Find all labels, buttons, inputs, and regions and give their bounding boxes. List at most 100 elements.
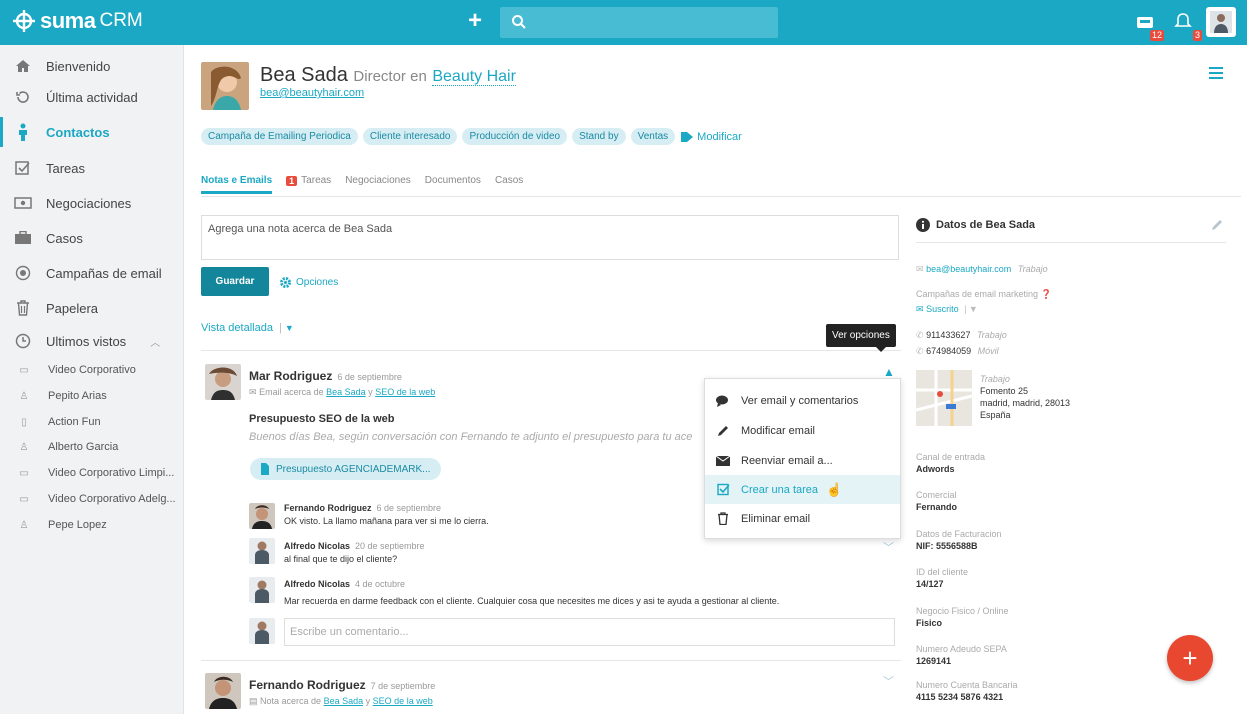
sidebar-item-tareas[interactable]: Tareas bbox=[0, 153, 184, 183]
field-label: ID del cliente bbox=[916, 567, 969, 577]
tag[interactable]: Cliente interesado bbox=[362, 128, 458, 145]
tag[interactable]: Stand by bbox=[572, 128, 626, 145]
comment-author-name[interactable]: Alfredo Nicolas bbox=[284, 541, 350, 551]
chevron-down-icon[interactable]: ﹀ bbox=[883, 539, 894, 555]
entry-type-label: Nota acerca de bbox=[260, 696, 322, 706]
options-button[interactable]: Opciones bbox=[279, 276, 338, 289]
recent-item[interactable]: ▭ Video Corporativo bbox=[0, 360, 184, 380]
contact-company-link[interactable]: Beauty Hair bbox=[432, 68, 516, 86]
menu-item-create-task[interactable]: Crear una tarea ☝ bbox=[705, 475, 900, 504]
comment-date: 6 de septiembre bbox=[376, 503, 442, 513]
comment-author-name[interactable]: Alfredo Nicolas bbox=[284, 579, 350, 589]
search-input[interactable] bbox=[500, 7, 778, 38]
sidebar-item-papelera[interactable]: Papelera bbox=[0, 293, 184, 323]
divider bbox=[201, 660, 901, 661]
menu-item-forward-email[interactable]: Reenviar email a... bbox=[705, 446, 900, 475]
view-selector[interactable]: Vista detallada | ▼ bbox=[201, 322, 294, 334]
recent-item-label: Pepito Arias bbox=[48, 390, 107, 402]
sidebar-item-label: Papelera bbox=[46, 300, 99, 316]
user-avatar-icon bbox=[1210, 11, 1232, 33]
menu-item-label: Modificar email bbox=[741, 424, 815, 437]
contact-email-link[interactable]: bea@beautyhair.com bbox=[260, 87, 364, 99]
note-input[interactable]: Agrega una nota acerca de Bea Sada bbox=[201, 215, 899, 260]
pencil-icon[interactable] bbox=[1211, 218, 1223, 236]
contact-name: Bea Sada bbox=[260, 64, 348, 86]
main-content: Bea Sada Director en Beauty Hair bea@bea… bbox=[184, 45, 1247, 714]
modify-tags-button[interactable]: Modificar bbox=[680, 131, 742, 143]
sidebar-item-casos[interactable]: Casos bbox=[0, 223, 184, 253]
tab-tareas[interactable]: 1 Tareas bbox=[286, 175, 331, 186]
hand-cursor-icon: ☝ bbox=[826, 481, 843, 497]
add-button[interactable]: + bbox=[461, 8, 489, 36]
recent-item-label: Alberto Garcia bbox=[48, 441, 119, 453]
menu-item-edit-email[interactable]: Modificar email bbox=[705, 416, 900, 445]
recent-item-label: Pepe Lopez bbox=[48, 519, 107, 531]
attachment-name: Presupuesto AGENCIADEMARK... bbox=[276, 463, 431, 475]
field-value: 4115 5234 5876 4321 bbox=[916, 692, 1004, 702]
email-body-preview[interactable]: Buenos días Bea, según conversación con … bbox=[249, 431, 719, 443]
related-deal-link[interactable]: SEO de la web bbox=[375, 387, 435, 397]
briefcase-icon bbox=[0, 231, 46, 245]
email-subject: Presupuesto SEO de la web bbox=[249, 413, 395, 425]
sidebar-item-contactos[interactable]: Contactos bbox=[0, 117, 184, 147]
inbox-badge: 12 bbox=[1149, 30, 1164, 41]
chevron-up-icon[interactable]: ▲ bbox=[883, 365, 895, 379]
related-deal-link[interactable]: SEO de la web bbox=[373, 696, 433, 706]
checkbox-icon bbox=[705, 483, 741, 496]
recent-item[interactable]: ♙ Alberto Garcia bbox=[0, 437, 184, 457]
tag[interactable]: Producción de video bbox=[462, 128, 568, 145]
tag[interactable]: Ventas bbox=[630, 128, 676, 145]
menu-icon[interactable] bbox=[1209, 66, 1223, 84]
entry-subtitle: ✉ Email acerca de Bea Sada y SEO de la w… bbox=[249, 387, 435, 398]
detail-field: Comercial Fernando bbox=[916, 489, 957, 513]
detail-email-link[interactable]: bea@beautyhair.com bbox=[926, 264, 1011, 274]
detail-field: ID del cliente 14/127 bbox=[916, 566, 968, 590]
user-avatar[interactable] bbox=[1206, 7, 1236, 37]
logo[interactable]: suma CRM bbox=[12, 8, 143, 34]
attachment-chip[interactable]: Presupuesto AGENCIADEMARK... bbox=[250, 458, 441, 480]
tab-notas-emails[interactable]: Notas e Emails bbox=[201, 175, 273, 194]
field-value: Fisico bbox=[916, 618, 943, 628]
sidebar-item-negociaciones[interactable]: Negociaciones bbox=[0, 188, 184, 218]
save-button[interactable]: Guardar bbox=[201, 267, 269, 296]
tab-casos[interactable]: Casos bbox=[495, 175, 523, 186]
tab-negociaciones[interactable]: Negociaciones bbox=[345, 175, 411, 186]
sidebar-item-ultimos-vistos[interactable]: Ultimos vistos ︿ bbox=[0, 326, 184, 356]
chevron-up-icon[interactable]: ︿ bbox=[150, 334, 160, 349]
chevron-down-icon[interactable]: ﹀ bbox=[883, 673, 894, 689]
recent-item[interactable]: ♙ Pepito Arias bbox=[0, 386, 184, 406]
author-name[interactable]: Mar Rodriguez bbox=[249, 369, 332, 383]
floating-add-button[interactable]: + bbox=[1167, 635, 1213, 681]
sidebar-item-ultima-actividad[interactable]: Última actividad bbox=[0, 82, 184, 112]
building-icon: ▯ bbox=[21, 416, 27, 428]
comments-icon bbox=[705, 395, 741, 407]
notifications-button[interactable]: 3 bbox=[1168, 7, 1202, 41]
subscription-dropdown[interactable]: ✉ Suscrito | ▼ bbox=[916, 304, 978, 315]
recent-item[interactable]: ▭ Video Corporativo Adelg... bbox=[0, 489, 184, 509]
related-contact-link[interactable]: Bea Sada bbox=[324, 696, 364, 706]
comment-author-name[interactable]: Fernando Rodriguez bbox=[284, 503, 372, 513]
logo-text-light: CRM bbox=[99, 10, 143, 31]
details-title: Datos de Bea Sada bbox=[916, 218, 1035, 232]
tab-documentos[interactable]: Documentos bbox=[425, 175, 481, 186]
recent-item[interactable]: ♙ Pepe Lopez bbox=[0, 515, 184, 535]
menu-item-delete-email[interactable]: Eliminar email bbox=[705, 504, 900, 533]
detail-phone-work-value[interactable]: 911433627 bbox=[926, 330, 970, 340]
detail-phone-work: ✆ 911433627 Trabajo bbox=[916, 330, 1007, 341]
related-contact-link[interactable]: Bea Sada bbox=[326, 387, 366, 397]
comment-input[interactable]: Escribe un comentario... bbox=[284, 618, 895, 646]
sidebar-item-campanas[interactable]: Campañas de email bbox=[0, 258, 184, 288]
map-thumbnail[interactable] bbox=[915, 370, 973, 426]
inbox-button[interactable]: 12 bbox=[1130, 7, 1164, 41]
detail-campaigns-label: Campañas de email marketing bbox=[916, 289, 1039, 299]
field-value: 1269141 bbox=[916, 656, 952, 666]
menu-item-view-email[interactable]: Ver email y comentarios bbox=[705, 386, 900, 415]
recent-item[interactable]: ▭ Video Corporativo Limpi... bbox=[0, 463, 184, 483]
sidebar-item-bienvenido[interactable]: Bienvenido bbox=[0, 51, 184, 81]
tag[interactable]: Campaña de Emailing Periodica bbox=[201, 128, 358, 145]
recent-item[interactable]: ▯ Action Fun bbox=[0, 412, 184, 432]
detail-phone-mobile-value[interactable]: 674984059 bbox=[926, 346, 971, 356]
tasks-badge: 1 bbox=[286, 175, 298, 186]
author-name[interactable]: Fernando Rodriguez bbox=[249, 678, 366, 692]
detail-address: Trabajo Fomento 25 madrid, madrid, 28013… bbox=[980, 373, 1070, 421]
